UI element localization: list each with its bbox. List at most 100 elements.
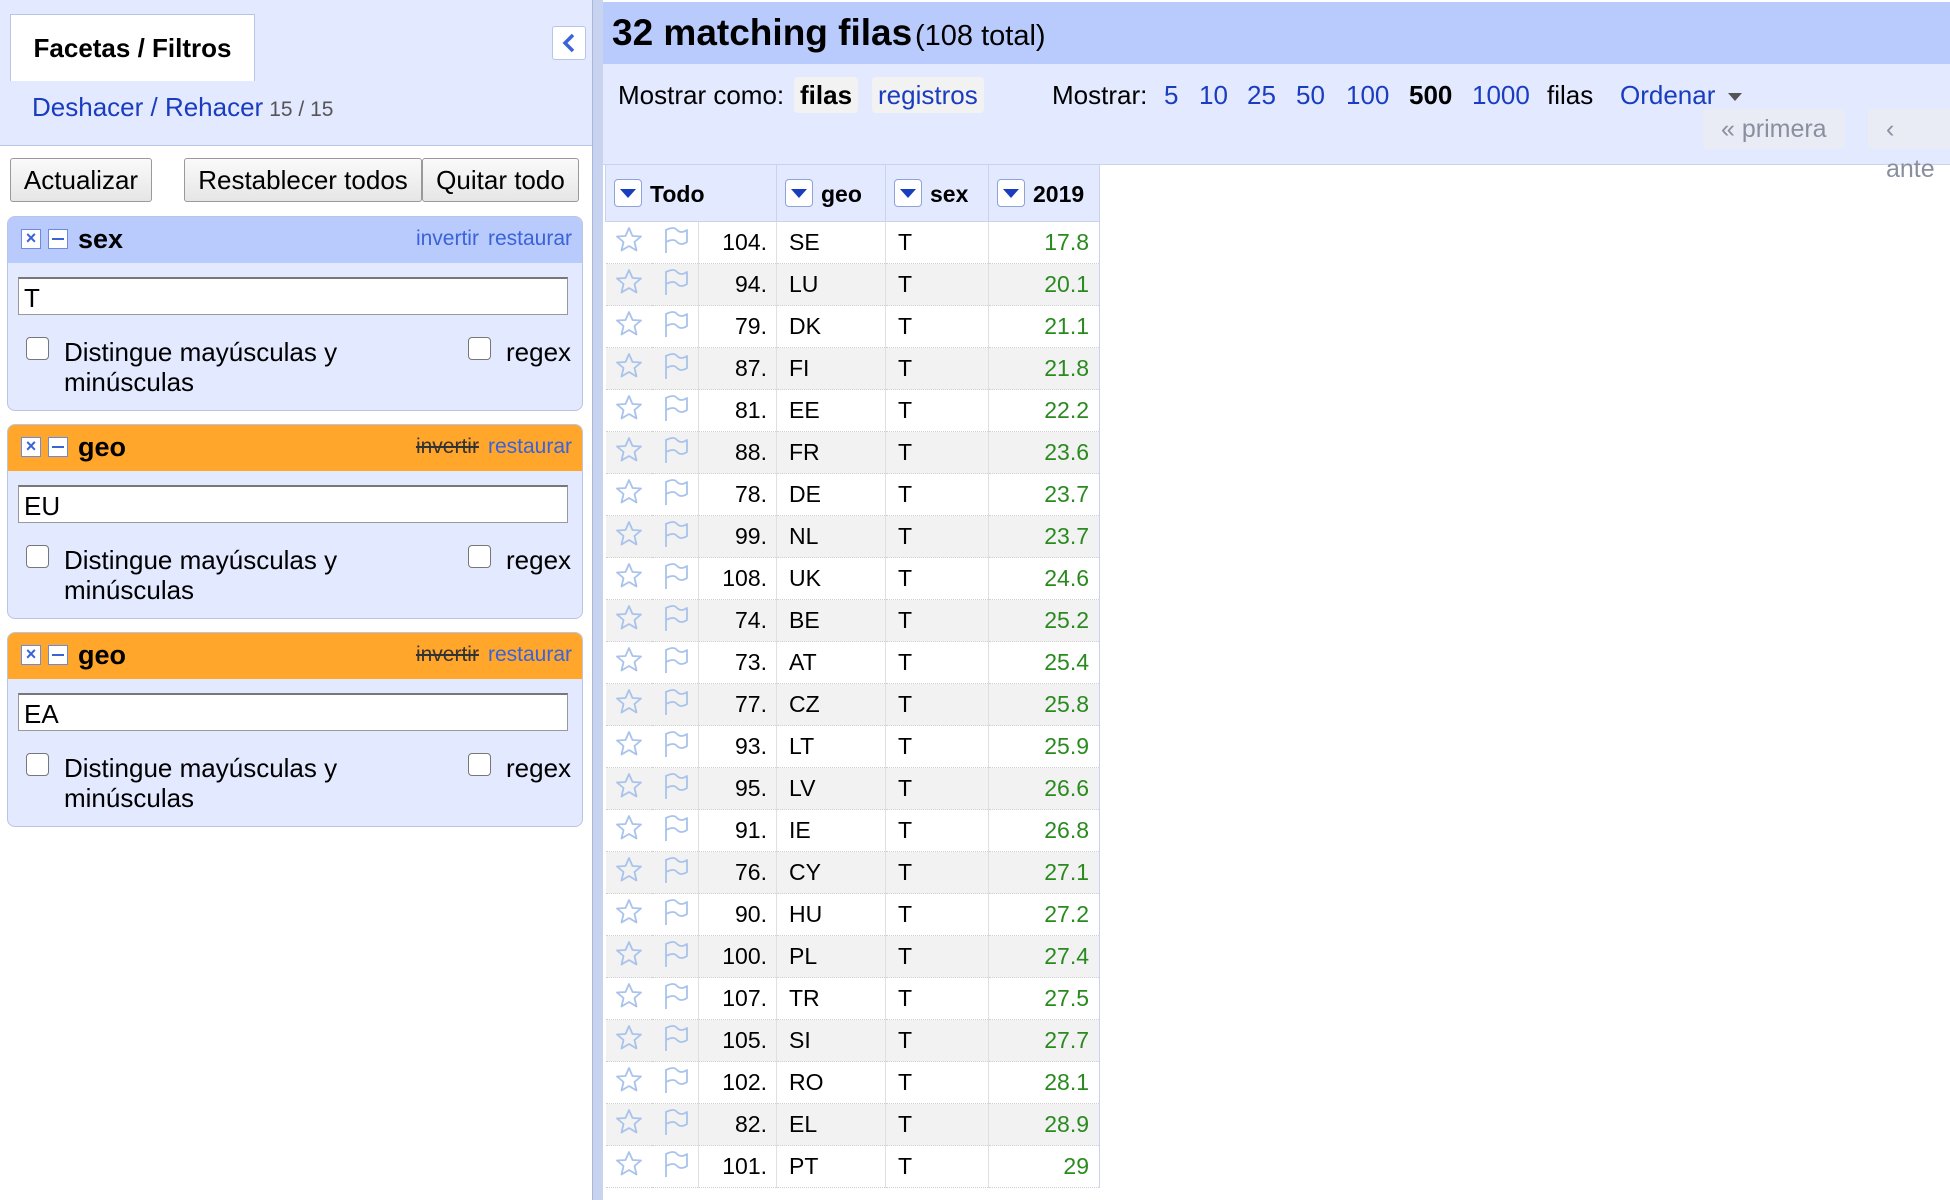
dropdown-arrow-icon[interactable]	[894, 179, 922, 207]
star-icon[interactable]	[605, 683, 652, 726]
cell-2019[interactable]: 27.4	[988, 935, 1100, 978]
cell-geo[interactable]: DK	[776, 305, 886, 348]
facet-text-input[interactable]: EA	[18, 693, 568, 731]
cell-sex[interactable]: T	[885, 431, 989, 474]
page-size-500[interactable]: 500	[1409, 80, 1452, 111]
regex-checkbox[interactable]	[468, 545, 491, 568]
cell-sex[interactable]: T	[885, 809, 989, 852]
star-icon[interactable]	[605, 389, 652, 432]
facet-text-input[interactable]: EU	[18, 485, 568, 523]
cell-geo[interactable]: PL	[776, 935, 886, 978]
flag-icon[interactable]	[651, 473, 700, 516]
cell-2019[interactable]: 17.8	[988, 221, 1100, 264]
flag-icon[interactable]	[651, 347, 700, 390]
cell-geo[interactable]: LT	[776, 725, 886, 768]
facet-text-input[interactable]: T	[18, 277, 568, 315]
star-icon[interactable]	[605, 263, 652, 306]
star-icon[interactable]	[605, 935, 652, 978]
star-icon[interactable]	[605, 1145, 652, 1188]
close-icon[interactable]: ×	[21, 229, 41, 249]
refresh-button[interactable]: Actualizar	[10, 158, 152, 202]
star-icon[interactable]	[605, 851, 652, 894]
cell-2019[interactable]: 22.2	[988, 389, 1100, 432]
case-sensitive-checkbox[interactable]	[26, 753, 49, 776]
cell-2019[interactable]: 23.6	[988, 431, 1100, 474]
flag-icon[interactable]	[651, 683, 700, 726]
star-icon[interactable]	[605, 347, 652, 390]
invert-link[interactable]: invertir	[416, 435, 479, 458]
star-icon[interactable]	[605, 893, 652, 936]
cell-geo[interactable]: LU	[776, 263, 886, 306]
cell-geo[interactable]: EE	[776, 389, 886, 432]
cell-2019[interactable]: 23.7	[988, 515, 1100, 558]
undo-redo-link[interactable]: Deshacer / Rehacer	[32, 92, 263, 122]
dropdown-arrow-icon[interactable]	[785, 179, 813, 207]
page-size-100[interactable]: 100	[1346, 80, 1389, 111]
cell-geo[interactable]: LV	[776, 767, 886, 810]
first-page-button[interactable]: « primera	[1703, 109, 1845, 149]
cell-sex[interactable]: T	[885, 935, 989, 978]
star-icon[interactable]	[605, 809, 652, 852]
remove-all-button[interactable]: Quitar todo	[422, 158, 579, 202]
flag-icon[interactable]	[651, 893, 700, 936]
close-icon[interactable]: ×	[21, 437, 41, 457]
flag-icon[interactable]	[651, 851, 700, 894]
collapse-panel-button[interactable]	[552, 26, 586, 60]
cell-sex[interactable]: T	[885, 599, 989, 642]
previous-page-button[interactable]: ‹ ante	[1868, 109, 1950, 183]
cell-geo[interactable]: FR	[776, 431, 886, 474]
cell-geo[interactable]: SI	[776, 1019, 886, 1062]
case-sensitive-checkbox[interactable]	[26, 337, 49, 360]
cell-2019[interactable]: 25.2	[988, 599, 1100, 642]
panel-divider[interactable]	[592, 0, 603, 1200]
minimize-icon[interactable]	[48, 229, 68, 249]
star-icon[interactable]	[605, 557, 652, 600]
cell-geo[interactable]: IE	[776, 809, 886, 852]
star-icon[interactable]	[605, 1103, 652, 1146]
cell-geo[interactable]: CY	[776, 851, 886, 894]
close-icon[interactable]: ×	[21, 645, 41, 665]
flag-icon[interactable]	[651, 725, 700, 768]
regex-checkbox[interactable]	[468, 337, 491, 360]
flag-icon[interactable]	[651, 389, 700, 432]
star-icon[interactable]	[605, 767, 652, 810]
restore-link[interactable]: restaurar	[488, 227, 572, 250]
star-icon[interactable]	[605, 515, 652, 558]
cell-2019[interactable]: 20.1	[988, 263, 1100, 306]
cell-sex[interactable]: T	[885, 473, 989, 516]
cell-2019[interactable]: 24.6	[988, 557, 1100, 600]
cell-2019[interactable]: 27.1	[988, 851, 1100, 894]
flag-icon[interactable]	[651, 599, 700, 642]
page-size-1000[interactable]: 1000	[1472, 80, 1530, 111]
star-icon[interactable]	[605, 599, 652, 642]
flag-icon[interactable]	[651, 977, 700, 1020]
cell-sex[interactable]: T	[885, 977, 989, 1020]
view-rows-toggle[interactable]: filas	[794, 77, 859, 113]
flag-icon[interactable]	[651, 935, 700, 978]
case-sensitive-checkbox[interactable]	[26, 545, 49, 568]
cell-2019[interactable]: 21.1	[988, 305, 1100, 348]
sort-menu[interactable]: Ordenar	[1620, 80, 1743, 111]
page-size-10[interactable]: 10	[1199, 80, 1228, 111]
cell-sex[interactable]: T	[885, 1019, 989, 1062]
cell-geo[interactable]: AT	[776, 641, 886, 684]
flag-icon[interactable]	[651, 557, 700, 600]
cell-geo[interactable]: RO	[776, 1061, 886, 1104]
cell-sex[interactable]: T	[885, 683, 989, 726]
minimize-icon[interactable]	[48, 645, 68, 665]
page-size-25[interactable]: 25	[1247, 80, 1276, 111]
cell-geo[interactable]: NL	[776, 515, 886, 558]
cell-sex[interactable]: T	[885, 1145, 989, 1188]
flag-icon[interactable]	[651, 1103, 700, 1146]
cell-sex[interactable]: T	[885, 725, 989, 768]
cell-sex[interactable]: T	[885, 305, 989, 348]
cell-sex[interactable]: T	[885, 767, 989, 810]
star-icon[interactable]	[605, 641, 652, 684]
cell-2019[interactable]: 29	[988, 1145, 1100, 1188]
restore-link[interactable]: restaurar	[488, 435, 572, 458]
cell-geo[interactable]: PT	[776, 1145, 886, 1188]
cell-2019[interactable]: 27.7	[988, 1019, 1100, 1062]
cell-geo[interactable]: CZ	[776, 683, 886, 726]
cell-2019[interactable]: 25.9	[988, 725, 1100, 768]
minimize-icon[interactable]	[48, 437, 68, 457]
